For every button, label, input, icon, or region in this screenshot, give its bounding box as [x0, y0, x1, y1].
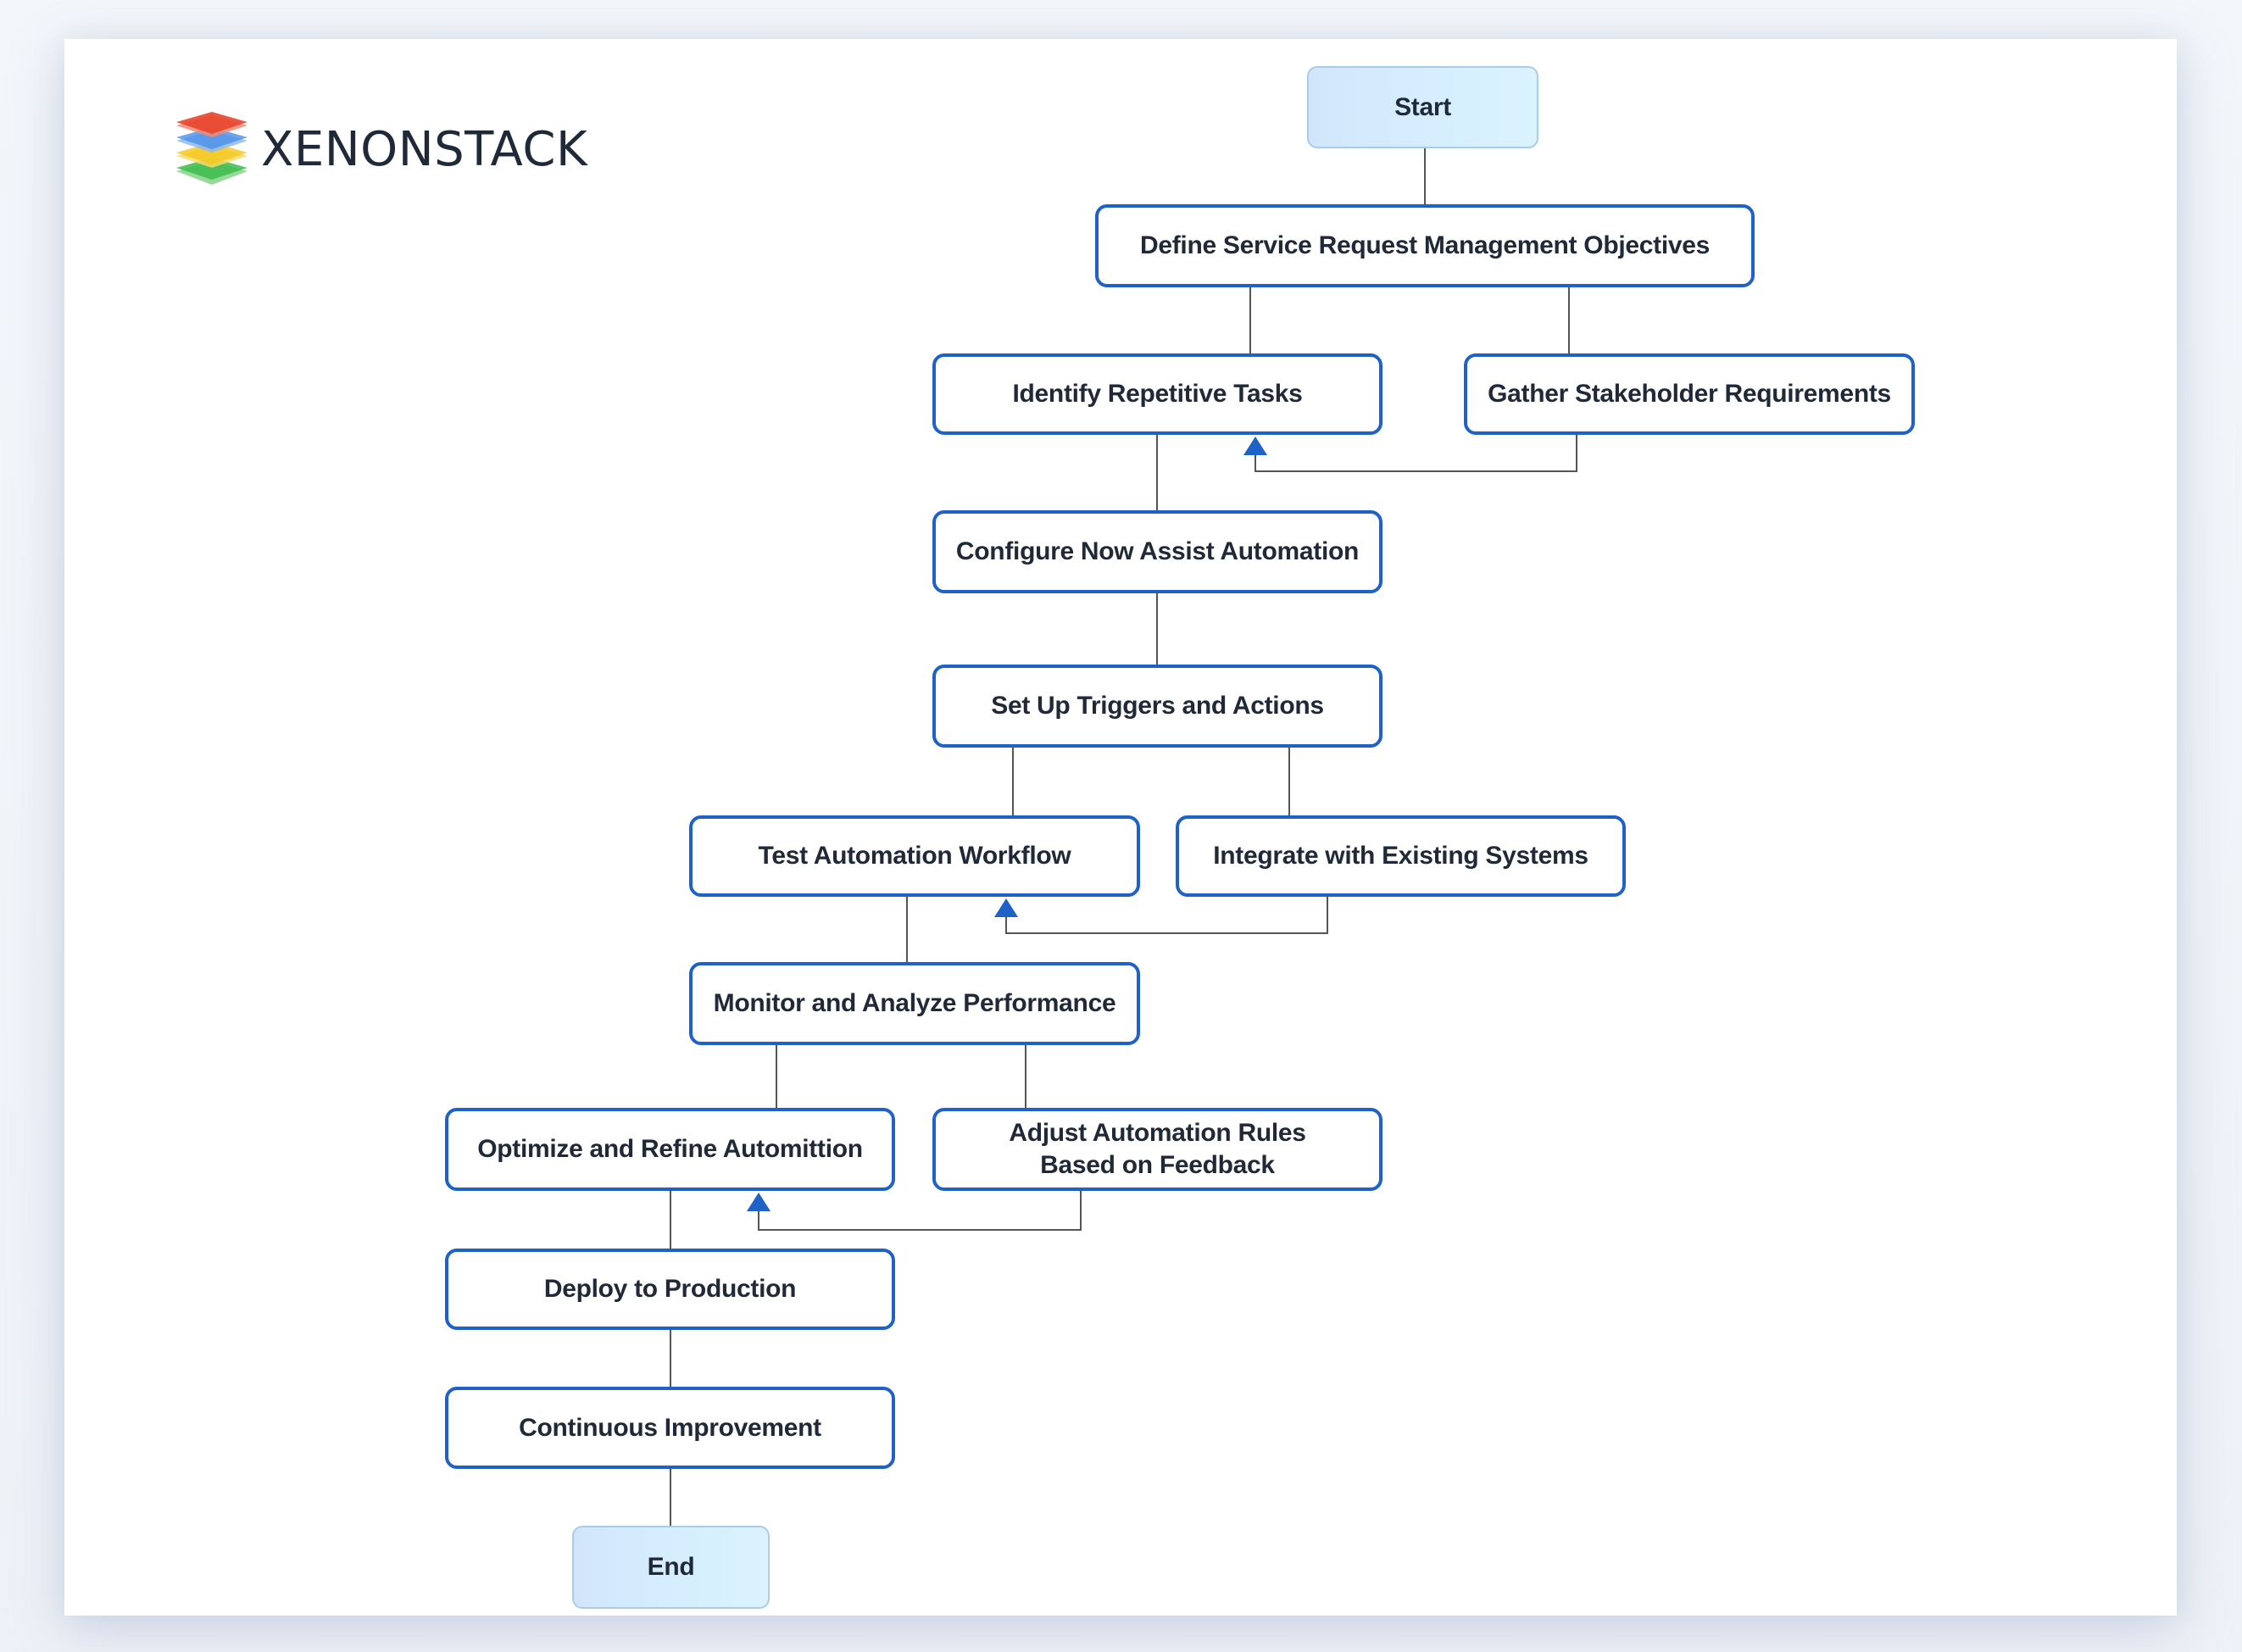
logo-layer-red — [176, 112, 248, 137]
brand-name: XENONSTACK — [261, 121, 588, 177]
node-end: End — [572, 1526, 770, 1609]
node-monitor-performance: Monitor and Analyze Performance — [689, 962, 1140, 1045]
node-label: Integrate with Existing Systems — [1213, 842, 1588, 870]
node-label: Adjust Automation Rules Based on Feedbac… — [1009, 1119, 1306, 1179]
node-label: Set Up Triggers and Actions — [991, 692, 1324, 720]
node-gather-requirements: Gather Stakeholder Requirements — [1464, 353, 1915, 435]
node-setup-triggers: Set Up Triggers and Actions — [932, 665, 1382, 748]
node-identify-tasks: Identify Repetitive Tasks — [932, 353, 1382, 435]
node-label: Continuous Improvement — [519, 1413, 821, 1442]
node-deploy-production: Deploy to Production — [445, 1249, 895, 1330]
node-optimize-automation: Optimize and Refine Automittion — [445, 1108, 895, 1191]
node-label: Configure Now Assist Automation — [955, 537, 1360, 565]
node-continuous-improvement: Continuous Improvement — [445, 1387, 895, 1469]
node-integrate-systems: Integrate with Existing Systems — [1176, 815, 1626, 897]
node-label: Deploy to Production — [543, 1275, 797, 1303]
node-start: Start — [1307, 66, 1538, 148]
node-label: Gather Stakeholder Requirements — [1488, 380, 1891, 408]
node-label: Monitor and Analyze Performance — [713, 989, 1116, 1017]
node-label: Optimize and Refine Automittion — [477, 1135, 863, 1163]
stacked-layers-icon — [176, 112, 248, 185]
node-label: Define Service Request Management Object… — [1139, 231, 1711, 259]
node-label: Test Automation Workflow — [758, 842, 1071, 870]
brand-logo: XENONSTACK — [175, 108, 587, 190]
node-label: End — [647, 1553, 695, 1581]
node-test-workflow: Test Automation Workflow — [689, 815, 1140, 897]
node-adjust-rules: Adjust Automation Rules Based on Feedbac… — [932, 1108, 1382, 1191]
node-configure-automation: Configure Now Assist Automation — [932, 510, 1382, 593]
node-label: Start — [1394, 92, 1451, 121]
node-define-objectives: Define Service Request Management Object… — [1095, 204, 1755, 287]
node-label: Identify Repetitive Tasks — [1012, 380, 1303, 408]
